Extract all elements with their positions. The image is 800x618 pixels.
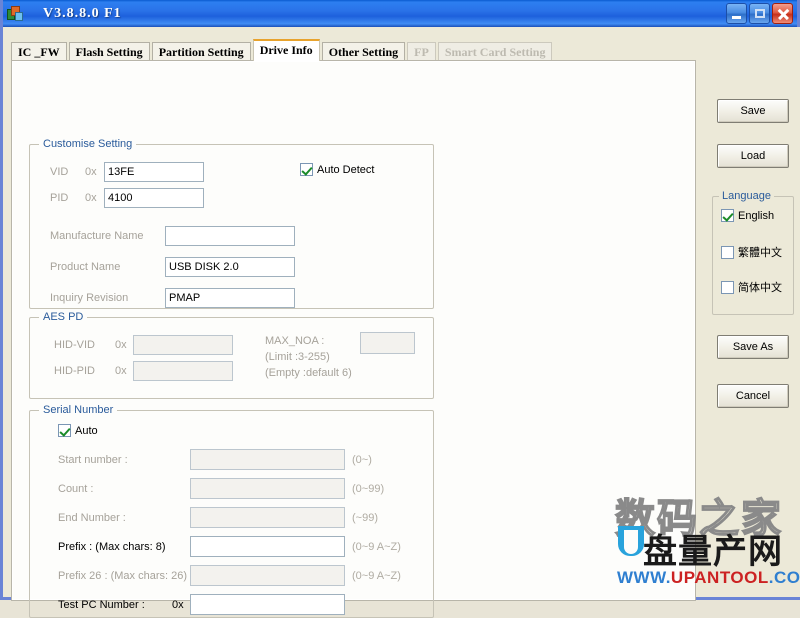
- end-number-hint: (~99): [352, 512, 378, 524]
- side-panel: Save Load Language English 繁體中文 简体中文 Sav…: [706, 27, 800, 597]
- client-area: IC _FW Flash Setting Partition Setting D…: [6, 27, 800, 597]
- start-number-label: Start number :: [58, 454, 128, 466]
- auto-detect-label: Auto Detect: [317, 164, 374, 176]
- test-pc-hex-prefix: 0x: [172, 599, 184, 611]
- vid-label: VID: [50, 166, 68, 178]
- hid-vid-hex-prefix: 0x: [115, 339, 127, 351]
- pid-label: PID: [50, 192, 68, 204]
- checkbox-icon: [721, 246, 734, 259]
- count-hint: (0~99): [352, 483, 384, 495]
- application-window: V3.8.8.0 F1 IC _FW Flash Setting Partiti…: [0, 0, 800, 600]
- max-noa-empty-hint: (Empty :default 6): [265, 367, 352, 379]
- product-name-input[interactable]: [165, 257, 295, 277]
- vid-input[interactable]: [104, 162, 204, 182]
- max-noa-limit-hint: (Limit :3-255): [265, 351, 330, 363]
- max-noa-label: MAX_NOA :: [265, 335, 324, 347]
- checkbox-icon: [721, 209, 734, 222]
- max-noa-input[interactable]: [360, 332, 415, 354]
- manufacture-name-label: Manufacture Name: [50, 230, 144, 242]
- tab-smart-card-setting: Smart Card Setting: [438, 42, 553, 61]
- inquiry-revision-input[interactable]: [165, 288, 295, 308]
- tab-other-setting[interactable]: Other Setting: [322, 42, 405, 61]
- customise-setting-group: Customise Setting VID 0x PID 0x Auto Det…: [29, 144, 434, 309]
- start-number-hint: (0~): [352, 454, 372, 466]
- language-option-traditional-chinese[interactable]: 繁體中文: [721, 244, 782, 260]
- test-pc-number-label: Test PC Number :: [58, 599, 145, 611]
- checkbox-icon: [721, 281, 734, 294]
- prefix-26-input[interactable]: [190, 565, 345, 586]
- prefix-hint: (0~9 A~Z): [352, 541, 401, 553]
- hid-pid-input[interactable]: [133, 361, 233, 381]
- language-label-traditional-chinese: 繁體中文: [738, 244, 782, 260]
- checkbox-icon: [58, 424, 71, 437]
- aes-pd-title: AES PD: [39, 311, 87, 323]
- tab-strip: IC _FW Flash Setting Partition Setting D…: [11, 41, 554, 61]
- hid-pid-hex-prefix: 0x: [115, 365, 127, 377]
- drive-info-panel: Customise Setting VID 0x PID 0x Auto Det…: [11, 60, 696, 601]
- tab-partition-setting[interactable]: Partition Setting: [152, 42, 251, 61]
- count-label: Count :: [58, 483, 93, 495]
- serial-number-title: Serial Number: [39, 404, 117, 416]
- manufacture-name-input[interactable]: [165, 226, 295, 246]
- prefix-26-label: Prefix 26 : (Max chars: 26): [58, 570, 187, 582]
- vid-hex-prefix: 0x: [85, 166, 97, 178]
- prefix-26-hint: (0~9 A~Z): [352, 570, 401, 582]
- window-controls: [726, 3, 793, 24]
- end-number-label: End Number :: [58, 512, 126, 524]
- hid-vid-input[interactable]: [133, 335, 233, 355]
- language-label-simplified-chinese: 简体中文: [738, 279, 782, 295]
- save-as-button[interactable]: Save As: [717, 335, 789, 359]
- serial-number-group: Serial Number Auto Start number : (0~) C…: [29, 410, 434, 618]
- title-bar: V3.8.8.0 F1: [3, 0, 797, 27]
- maximize-button[interactable]: [749, 3, 770, 24]
- minimize-button[interactable]: [726, 3, 747, 24]
- serial-auto-checkbox[interactable]: Auto: [58, 424, 98, 437]
- tab-ic-fw[interactable]: IC _FW: [11, 42, 67, 61]
- serial-auto-label: Auto: [75, 425, 98, 437]
- auto-detect-checkbox[interactable]: Auto Detect: [300, 163, 374, 176]
- pid-input[interactable]: [104, 188, 204, 208]
- inquiry-revision-label: Inquiry Revision: [50, 292, 128, 304]
- prefix-input[interactable]: [190, 536, 345, 557]
- end-number-input[interactable]: [190, 507, 345, 528]
- language-option-english[interactable]: English: [721, 209, 774, 222]
- tab-flash-setting[interactable]: Flash Setting: [69, 42, 150, 61]
- customise-setting-title: Customise Setting: [39, 138, 136, 150]
- start-number-input[interactable]: [190, 449, 345, 470]
- count-input[interactable]: [190, 478, 345, 499]
- language-option-simplified-chinese[interactable]: 简体中文: [721, 279, 782, 295]
- aes-pd-group: AES PD HID-VID 0x HID-PID 0x MAX_NOA : (…: [29, 317, 434, 399]
- window-title: V3.8.8.0 F1: [43, 6, 122, 22]
- pid-hex-prefix: 0x: [85, 192, 97, 204]
- tab-drive-info[interactable]: Drive Info: [253, 39, 320, 61]
- save-button[interactable]: Save: [717, 99, 789, 123]
- product-name-label: Product Name: [50, 261, 120, 273]
- tab-fp: FP: [407, 42, 436, 61]
- load-button[interactable]: Load: [717, 144, 789, 168]
- test-pc-number-input[interactable]: [190, 594, 345, 615]
- hid-vid-label: HID-VID: [54, 339, 95, 351]
- checkbox-icon: [300, 163, 313, 176]
- language-group-title: Language: [719, 190, 774, 202]
- hid-pid-label: HID-PID: [54, 365, 95, 377]
- prefix-label: Prefix : (Max chars: 8): [58, 541, 166, 553]
- language-group: Language English 繁體中文 简体中文: [712, 196, 794, 315]
- cancel-button[interactable]: Cancel: [717, 384, 789, 408]
- close-button[interactable]: [772, 3, 793, 24]
- app-icon: [7, 6, 23, 22]
- language-label-english: English: [738, 210, 774, 222]
